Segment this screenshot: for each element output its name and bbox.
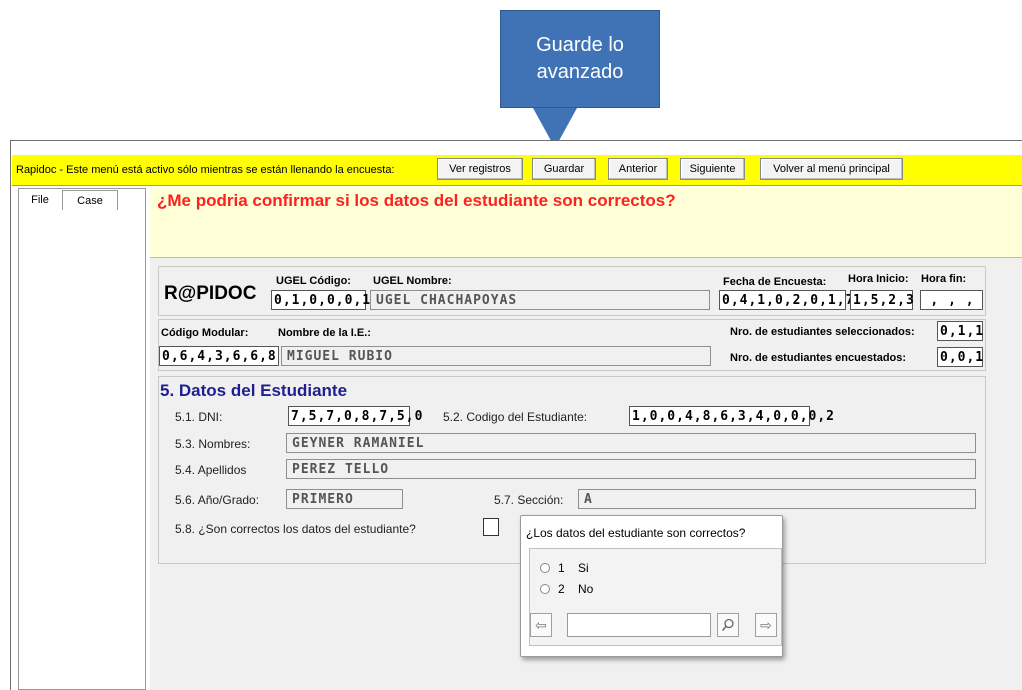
seleccionados-label: Nro. de estudiantes seleccionados: (730, 326, 915, 338)
question-text: ¿Me podria confirmar si los datos del es… (157, 191, 676, 210)
search-icon (721, 618, 734, 631)
arrow-left-icon: ⇦ (535, 616, 547, 633)
grado-field[interactable]: PRIMERO (286, 489, 403, 509)
siguiente-button[interactable]: Siguiente (680, 158, 745, 180)
callout-line1: Guarde lo (536, 34, 624, 56)
next-option-button[interactable]: ⇨ (755, 613, 777, 637)
option-2-label[interactable]: No (578, 582, 593, 596)
seccion-field[interactable]: A (578, 489, 976, 509)
nombre-ie-label: Nombre de la I.E.: (278, 327, 371, 339)
ugel-codigo-label: UGEL Código: (276, 275, 351, 287)
search-button[interactable] (717, 613, 739, 637)
codigo-modular-label: Código Modular: (161, 327, 249, 339)
ugel-codigo-field[interactable]: 0,1,0,0,0,1 (271, 290, 370, 310)
prev-option-button[interactable]: ⇦ (530, 613, 552, 637)
option-search-input[interactable] (567, 613, 711, 637)
hora-inicio-label: Hora Inicio: (848, 273, 909, 285)
dni-field[interactable]: 7,5,7,0,8,7,5,0 (288, 406, 422, 426)
anterior-button[interactable]: Anterior (608, 158, 668, 180)
popup-question: ¿Los datos del estudiante son correctos? (526, 526, 746, 540)
option-2-code: 2 (558, 582, 565, 596)
apellidos-label: 5.4. Apellidos (175, 463, 247, 477)
nombre-ie-field[interactable]: MIGUEL RUBIO (281, 346, 711, 366)
option-2-radio[interactable] (540, 584, 550, 594)
callout-line2: avanzado (536, 61, 624, 83)
toolbar-message: Rapidoc - Este menú está activo sólo mie… (16, 164, 395, 176)
arrow-right-icon: ⇨ (760, 616, 772, 633)
fecha-field[interactable]: 0,4,1,0,2,0,1,7 (719, 290, 853, 310)
codigo-modular-field[interactable]: 0,6,4,3,6,6,8 (159, 346, 279, 366)
fecha-label: Fecha de Encuesta: (723, 276, 827, 288)
case-tree-pane[interactable] (18, 188, 146, 690)
encuestados-field[interactable]: 0,0,1 (937, 347, 983, 367)
hora-inicio-field[interactable]: 1,5,2,3 (850, 290, 914, 310)
seccion-label: 5.7. Sección: (494, 493, 564, 507)
tab-file[interactable]: File (20, 190, 60, 210)
seleccionados-field[interactable]: 0,1,1 (937, 321, 983, 341)
ugel-nombre-label: UGEL Nombre: (373, 275, 452, 287)
correctos-label: 5.8. ¿Son correctos los datos del estudi… (175, 522, 416, 536)
hora-fin-label: Hora fin: (921, 273, 967, 285)
codigo-estudiante-label: 5.2. Codigo del Estudiante: (443, 410, 588, 424)
option-1-radio[interactable] (540, 563, 550, 573)
apellidos-field[interactable]: PEREZ TELLO (286, 459, 976, 479)
correctos-input[interactable] (483, 518, 499, 536)
option-1-label[interactable]: Si (578, 561, 589, 575)
volver-menu-button[interactable]: Volver al menú principal (760, 158, 903, 180)
hora-fin-field[interactable]: , , , (920, 290, 983, 310)
callout-guarde: Guarde lo avanzado (500, 10, 660, 108)
nombres-field[interactable]: GEYNER RAMANIEL (286, 433, 976, 453)
section-title: 5. Datos del Estudiante (160, 381, 348, 400)
grado-label: 5.6. Año/Grado: (175, 493, 260, 507)
guardar-button[interactable]: Guardar (532, 158, 596, 180)
ugel-nombre-field[interactable]: UGEL CHACHAPOYAS (370, 290, 710, 310)
dni-label: 5.1. DNI: (175, 410, 223, 424)
brand-logo: R@PIDOC (164, 283, 257, 304)
encuestados-label: Nro. de estudiantes encuestados: (730, 352, 907, 364)
ver-registros-button[interactable]: Ver registros (437, 158, 523, 180)
option-1-code: 1 (558, 561, 565, 575)
nombres-label: 5.3. Nombres: (175, 437, 251, 451)
codigo-estudiante-field[interactable]: 1,0,0,4,8,6,3,4,0,0,0,2 (629, 406, 834, 426)
tab-case[interactable]: Case (62, 190, 118, 210)
